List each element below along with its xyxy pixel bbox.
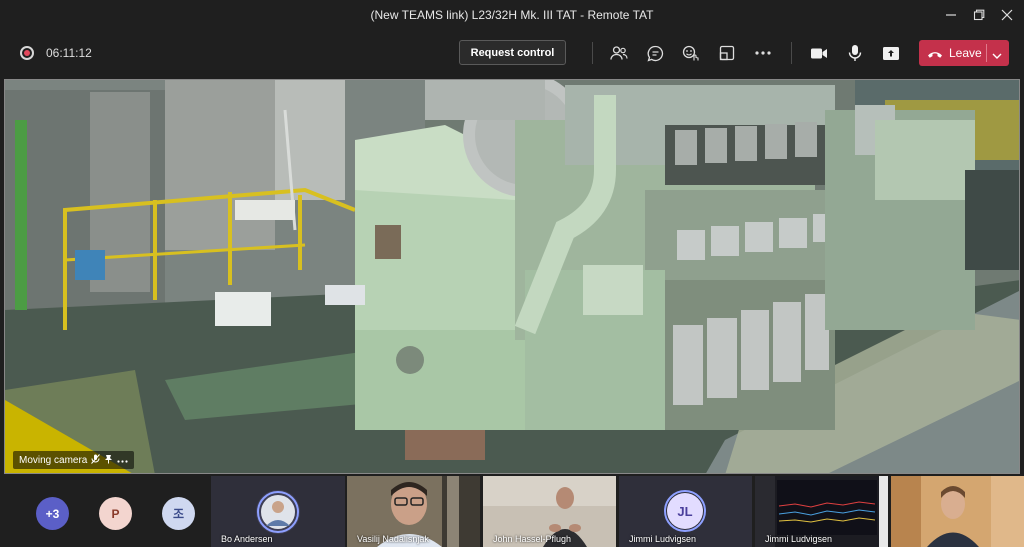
more-participants-badge[interactable]: +3 <box>36 497 69 530</box>
request-control-button[interactable]: Request control <box>459 40 566 65</box>
people-icon[interactable] <box>606 40 632 66</box>
participant-name: Jimmi Ludvigsen <box>629 534 697 544</box>
microphone-icon[interactable] <box>842 40 868 66</box>
close-icon[interactable] <box>990 0 1024 30</box>
participant-tile[interactable] <box>891 476 1024 547</box>
participant-tile[interactable]: John Hassel-Pflugh <box>483 476 616 547</box>
breakout-rooms-icon[interactable] <box>714 40 740 66</box>
chat-icon[interactable] <box>642 40 668 66</box>
participant-tile[interactable]: JL Jimmi Ludvigsen <box>619 476 752 547</box>
avatar[interactable]: P <box>99 497 132 530</box>
pin-icon[interactable] <box>104 454 113 467</box>
participant-tile[interactable]: Bo Andersen <box>211 476 345 547</box>
title-bar: (New TEAMS link) L23/32H Mk. III TAT - R… <box>0 0 1024 30</box>
avatar-initials: JL <box>667 493 703 529</box>
meeting-timer: 06:11:12 <box>46 46 92 60</box>
mic-muted-icon <box>91 453 101 467</box>
more-options-icon[interactable] <box>117 455 128 466</box>
hang-up-icon <box>927 48 943 62</box>
avatar[interactable]: 조 <box>162 497 195 530</box>
more-options-icon[interactable] <box>750 40 776 66</box>
participant-name: John Hassel-Pflugh <box>493 534 572 544</box>
share-screen-icon[interactable] <box>878 40 904 66</box>
leave-label: Leave <box>949 46 982 60</box>
reactions-icon[interactable] <box>678 40 704 66</box>
participant-tile[interactable]: Jimmi Ludvigsen <box>755 476 888 547</box>
camera-label-text: Moving camera <box>19 454 88 466</box>
leave-divider <box>986 44 987 62</box>
participant-video <box>891 476 1024 547</box>
shared-video-stage[interactable]: Moving camera <box>4 79 1020 474</box>
toolbar-divider <box>592 42 593 64</box>
recording-icon <box>20 46 34 60</box>
chevron-down-icon[interactable] <box>992 49 1002 63</box>
participant-name: Jimmi Ludvigsen <box>765 534 833 544</box>
leave-button[interactable]: Leave <box>919 40 1009 66</box>
participant-tile[interactable]: Vasilij Nadalisnjak <box>347 476 480 547</box>
participant-name: Vasilij Nadalisnjak <box>357 534 429 544</box>
toolbar-divider <box>791 42 792 64</box>
engine-hall-video <box>5 80 1019 473</box>
camera-label: Moving camera <box>13 451 135 469</box>
participant-name: Bo Andersen <box>221 534 273 544</box>
avatar-ring: JL <box>664 490 706 532</box>
camera-icon[interactable] <box>806 40 832 66</box>
window-title: (New TEAMS link) L23/32H Mk. III TAT - R… <box>370 8 654 22</box>
